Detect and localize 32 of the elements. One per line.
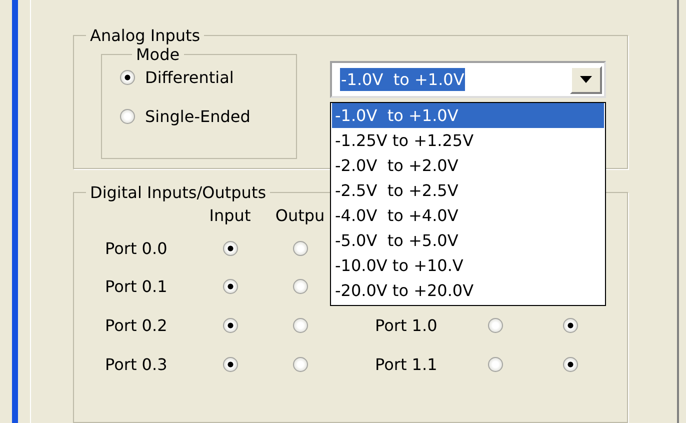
radio-button[interactable] (120, 109, 135, 124)
radio-button[interactable] (222, 240, 238, 256)
group-title: Digital Inputs/Outputs (89, 183, 268, 202)
port-label: Port 0.2 (105, 316, 168, 335)
radio-button[interactable] (222, 318, 238, 333)
column-header: Input (209, 206, 251, 224)
radio-button[interactable] (292, 240, 308, 256)
radio-button[interactable] (562, 356, 578, 372)
radio-button[interactable] (292, 278, 308, 294)
radio-label: Differential (145, 68, 234, 87)
caret-icon (580, 76, 592, 83)
radio-button[interactable] (292, 318, 308, 333)
radio-label: Single-Ended (145, 107, 250, 126)
port-label: Port 0.3 (105, 354, 168, 374)
dropdown-button[interactable] (570, 66, 602, 94)
column-header: Outpu (275, 206, 325, 224)
dropdown-option[interactable]: -1.0V to +1.0V (332, 103, 604, 128)
port-label: Port 1.0 (375, 316, 438, 335)
radio-button[interactable] (222, 278, 238, 294)
dropdown-value: -1.0V to +1.0V (340, 68, 466, 91)
radio-button[interactable] (292, 356, 308, 372)
radio-button[interactable] (488, 318, 502, 333)
port-label: Port 0.1 (105, 276, 168, 296)
range-dropdown[interactable]: -1.0V to +1.0V (330, 61, 606, 98)
port-label: Port 0.0 (105, 238, 168, 258)
radio-button[interactable] (488, 356, 502, 372)
group-title: Mode (135, 45, 181, 64)
radio-button[interactable] (222, 356, 238, 372)
port-label: Port 1.1 (375, 354, 438, 374)
radio-button[interactable] (120, 70, 135, 85)
group-title: Analog Inputs (89, 26, 202, 45)
radio-button[interactable] (562, 318, 578, 333)
